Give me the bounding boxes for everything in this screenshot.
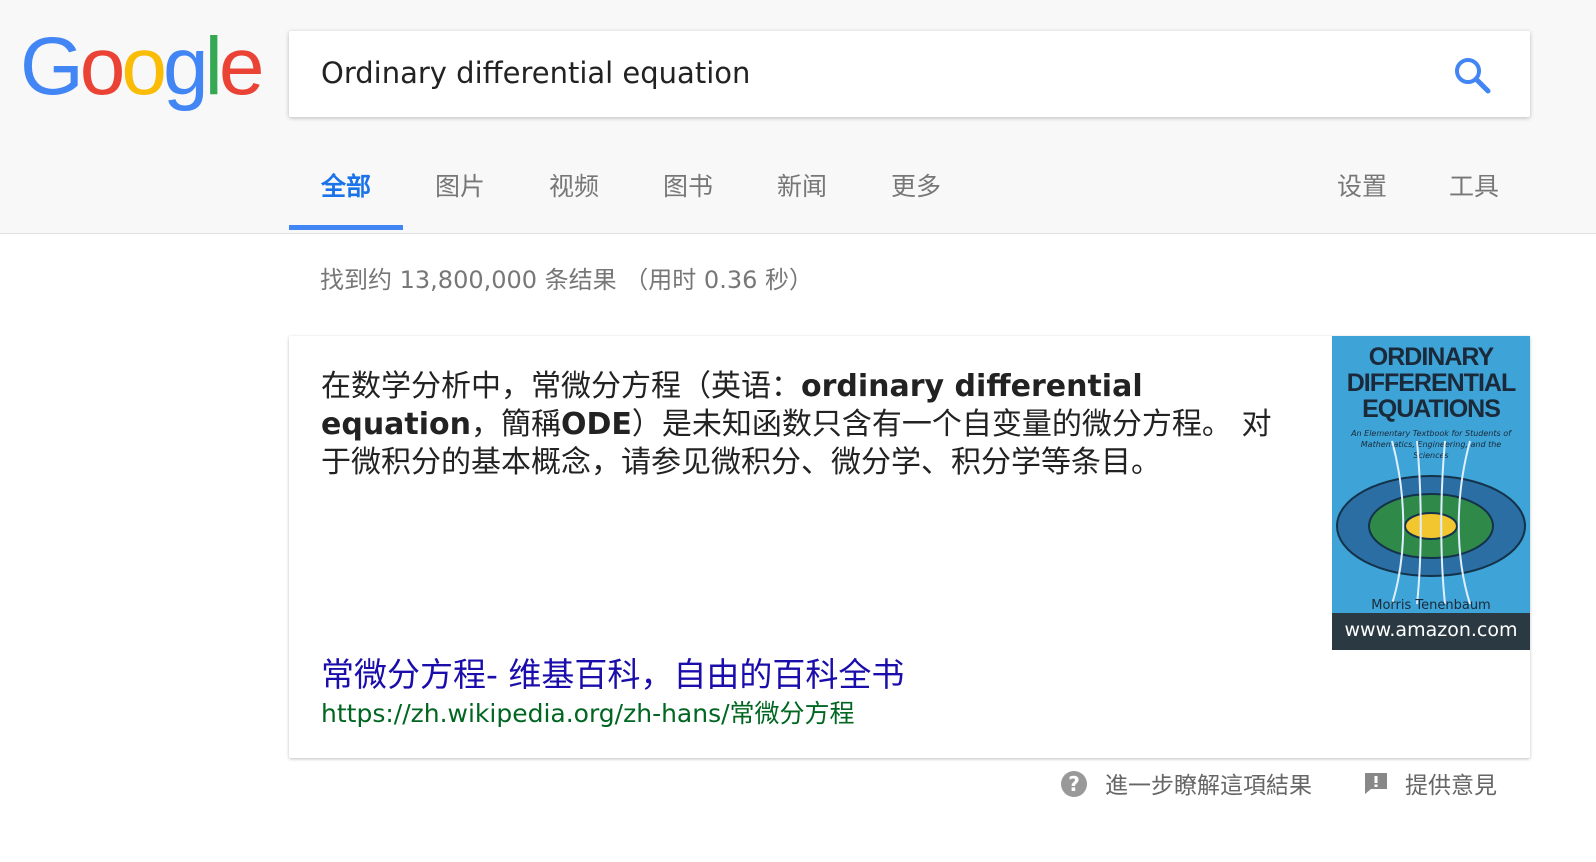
snippet-footer: ? 進一步瞭解這項結果 提供意見 <box>0 766 1596 802</box>
tab-tools[interactable]: 工具 <box>1417 152 1531 230</box>
cover-title-line: DIFFERENTIAL <box>1346 369 1517 397</box>
snippet-description: 在数学分析中，常微分方程（英语：ordinary differential eq… <box>321 368 1281 482</box>
cover-title-line: ORDINARY <box>1368 343 1494 371</box>
search-icon[interactable] <box>1452 55 1492 95</box>
tab-books[interactable]: 图书 <box>631 152 745 230</box>
image-source-caption[interactable]: www.amazon.com <box>1332 613 1530 650</box>
desc-text: 在数学分析中，常微分方程（英语： <box>321 369 801 404</box>
result-url: https://zh.wikipedia.org/zh-hans/常微分方程 <box>321 699 855 728</box>
header: Google Ordinary differential equation 全部… <box>0 0 1596 234</box>
tab-videos[interactable]: 视频 <box>517 152 631 230</box>
tab-more[interactable]: 更多 <box>859 152 973 230</box>
learn-more-link[interactable]: ? 進一步瞭解這項結果 <box>1061 766 1312 800</box>
result-stats: 找到约 13,800,000 条结果 （用时 0.36 秒） <box>320 266 813 294</box>
learn-more-label: 進一步瞭解這項結果 <box>1105 773 1312 799</box>
help-icon: ? <box>1061 771 1087 797</box>
logo-letter: o <box>121 21 167 112</box>
featured-snippet-card: 在数学分析中，常微分方程（英语：ordinary differential eq… <box>289 336 1530 758</box>
logo-letter: g <box>163 21 209 112</box>
feedback-label: 提供意見 <box>1405 773 1497 799</box>
cover-title-line: EQUATIONS <box>1362 395 1501 423</box>
cover-author: Morris Tenenbaum <box>1371 598 1491 613</box>
search-box[interactable]: Ordinary differential equation <box>289 31 1530 117</box>
cover-title: ORDINARY DIFFERENTIAL EQUATIONS <box>1332 344 1530 422</box>
logo-letter: G <box>20 21 84 112</box>
logo-letter: e <box>218 21 265 112</box>
tab-images[interactable]: 图片 <box>403 152 517 230</box>
desc-bold-abbr: ODE <box>561 407 632 442</box>
cover-art-image <box>1336 440 1526 605</box>
book-cover-thumbnail[interactable]: ORDINARY DIFFERENTIAL EQUATIONS An Eleme… <box>1332 336 1530 650</box>
tab-news[interactable]: 新闻 <box>745 152 859 230</box>
feedback-icon <box>1365 773 1387 794</box>
tab-all[interactable]: 全部 <box>289 152 403 230</box>
logo-letter: l <box>204 21 223 112</box>
desc-text: ，簡稱 <box>471 407 562 442</box>
logo-letter: o <box>79 21 126 112</box>
search-input[interactable]: Ordinary differential equation <box>321 56 750 90</box>
search-tabs: 全部 图片 视频 图书 新闻 更多 设置 工具 <box>289 152 1549 233</box>
tab-settings[interactable]: 设置 <box>1305 152 1419 230</box>
result-title-link[interactable]: 常微分方程- 维基百科，自由的百科全书 <box>321 648 904 696</box>
google-logo[interactable]: Google <box>20 21 265 112</box>
feedback-link[interactable]: 提供意見 <box>1363 766 1497 800</box>
